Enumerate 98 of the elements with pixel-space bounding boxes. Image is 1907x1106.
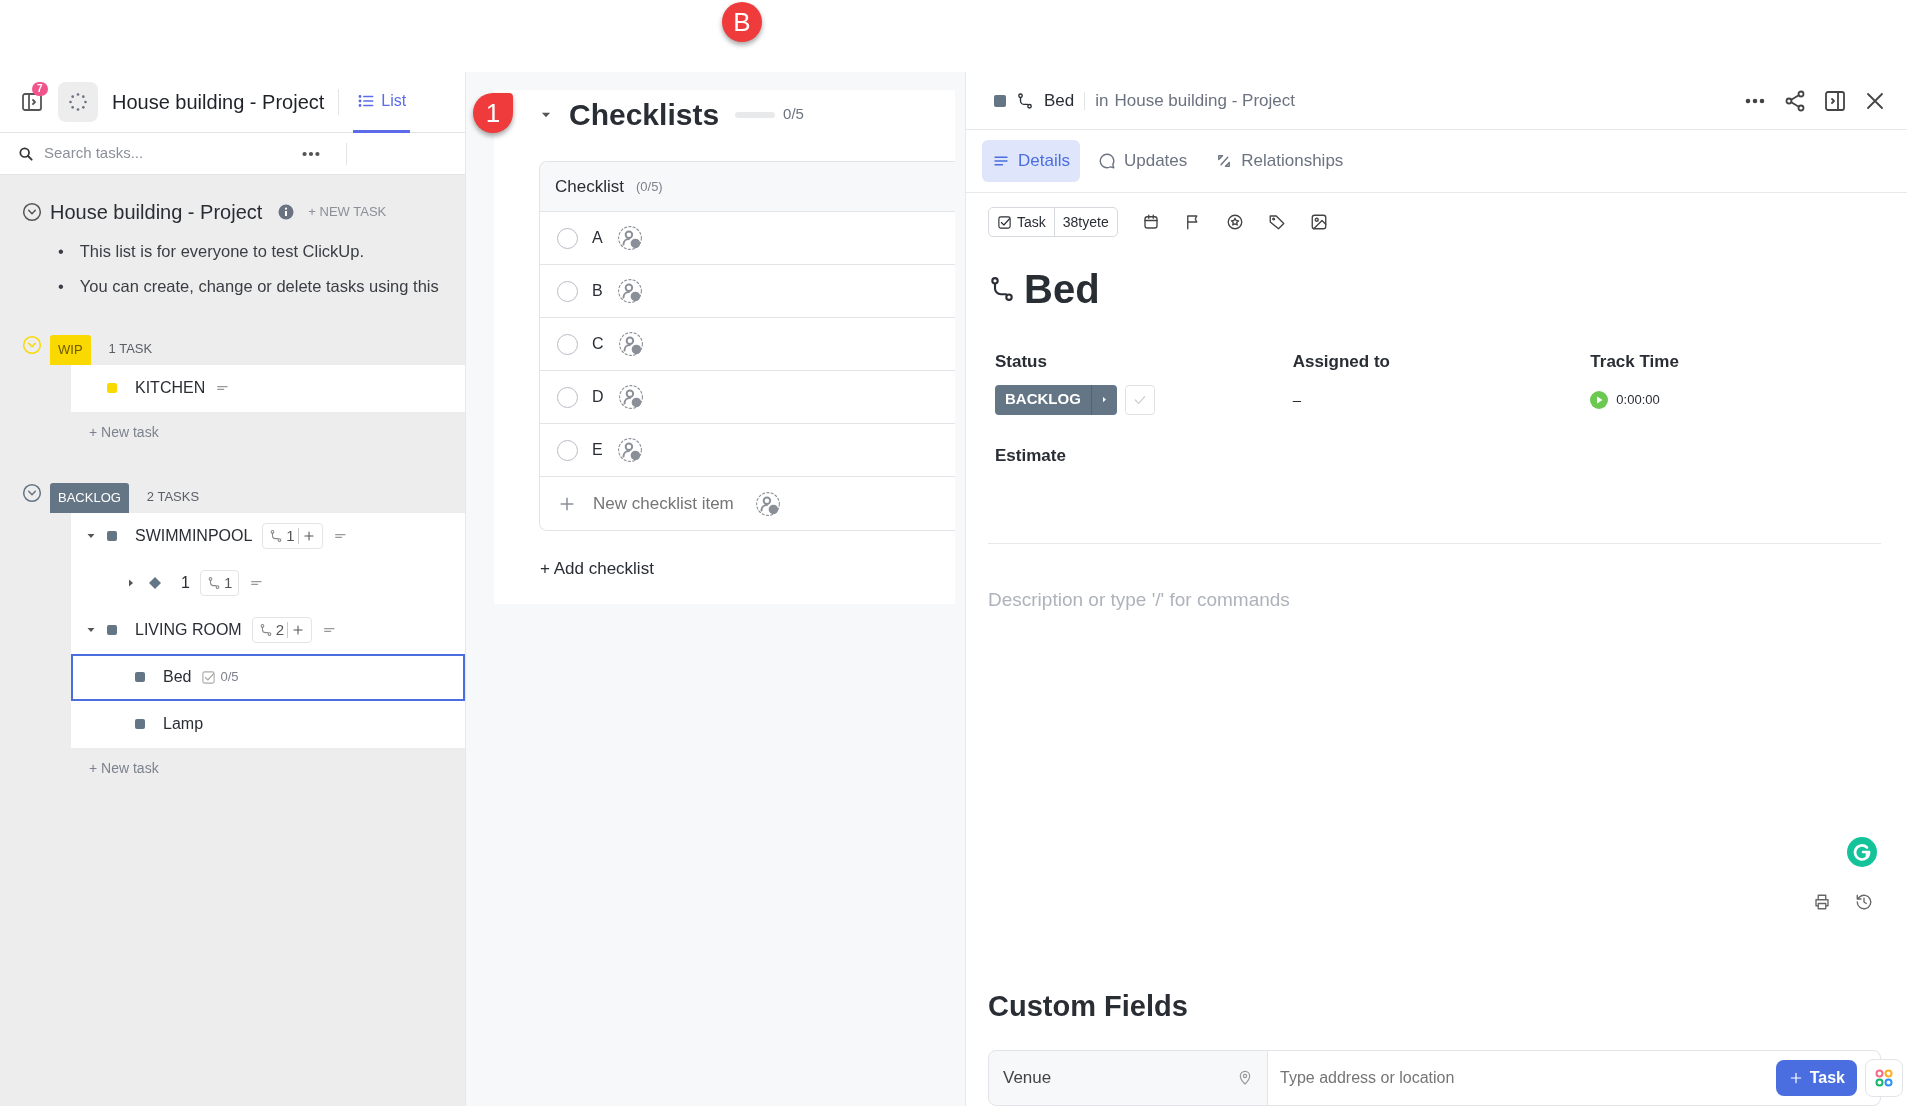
add-assignee-icon[interactable] bbox=[616, 437, 643, 463]
checklist-count: 0/5 bbox=[201, 667, 239, 687]
checkbox-icon bbox=[997, 214, 1012, 230]
field-label: Track Time bbox=[1590, 351, 1680, 373]
new-task-button[interactable]: + New task bbox=[71, 411, 177, 453]
checkbox-icon bbox=[201, 669, 217, 685]
tab[interactable]: Updates bbox=[1087, 140, 1198, 182]
field-value: – bbox=[1292, 389, 1302, 410]
info-icon bbox=[278, 204, 295, 220]
field-name: Venue bbox=[1003, 1067, 1052, 1090]
task-row[interactable]: SWIMMINPOOL 1 bbox=[71, 512, 465, 560]
task-name: 1 bbox=[181, 573, 190, 593]
breadcrumb-task: Bed bbox=[1044, 89, 1075, 112]
subtask-icon bbox=[206, 576, 221, 590]
task-row[interactable]: Lamp bbox=[71, 700, 465, 748]
plus-icon[interactable] bbox=[301, 529, 316, 543]
subtask-icon bbox=[258, 623, 273, 637]
add-assignee-icon[interactable] bbox=[755, 490, 781, 517]
status-square bbox=[107, 383, 117, 393]
collapse-icon[interactable] bbox=[22, 202, 42, 222]
history-icon[interactable] bbox=[1855, 892, 1873, 911]
diamond-icon bbox=[147, 575, 163, 591]
field-label: Status bbox=[995, 351, 1048, 373]
breadcrumb-link[interactable]: House building - Project bbox=[1114, 87, 1295, 114]
checklist-item: B bbox=[592, 281, 603, 301]
task-row[interactable]: Bed 0/5 bbox=[71, 653, 465, 701]
field-label: Assigned to bbox=[1292, 351, 1391, 373]
bullet: • bbox=[58, 275, 64, 297]
speech-bubble-icon bbox=[1097, 152, 1116, 170]
subtask-count: 1 bbox=[199, 569, 240, 597]
bullet: • bbox=[58, 241, 64, 262]
image-icon[interactable] bbox=[1309, 213, 1328, 231]
checklist-item: D bbox=[592, 387, 604, 407]
add-checklist-button[interactable]: + Add checklist bbox=[539, 555, 655, 583]
add-assignee-icon[interactable] bbox=[617, 331, 644, 357]
subtask-count: 2 bbox=[251, 616, 313, 644]
task-count: 2 TASKS bbox=[146, 488, 200, 506]
share-icon[interactable] bbox=[1783, 88, 1807, 113]
task-name: KITCHEN bbox=[135, 378, 206, 398]
new-task-button[interactable]: + New task bbox=[71, 747, 177, 789]
section-title: Custom Fields bbox=[988, 988, 1189, 1024]
status-button[interactable]: BACKLOG bbox=[995, 384, 1117, 415]
add-task-button[interactable]: Task bbox=[1775, 1060, 1857, 1096]
sidebar-toggle-icon[interactable] bbox=[20, 90, 44, 114]
calendar-icon[interactable] bbox=[1141, 213, 1160, 231]
description-text: You can create, change or delete tasks using this bbox=[79, 275, 439, 297]
subtask-count: 1 bbox=[262, 522, 323, 550]
new-task-button[interactable]: + NEW TASK bbox=[302, 201, 393, 223]
status-square bbox=[107, 625, 117, 635]
field-label: Estimate bbox=[995, 444, 1067, 467]
annotation-marker: B bbox=[722, 2, 762, 42]
apps-icon[interactable] bbox=[1865, 1059, 1903, 1097]
breadcrumb-in: in bbox=[1095, 89, 1109, 112]
task-row[interactable]: LIVING ROOM 2 bbox=[71, 606, 465, 654]
task-title: Bed bbox=[1024, 266, 1100, 313]
panel-toggle-icon[interactable] bbox=[1823, 88, 1847, 113]
task-row[interactable]: 1 1 bbox=[71, 559, 465, 607]
status-square bbox=[107, 531, 117, 541]
task-name: SWIMMINPOOL bbox=[135, 526, 253, 546]
subtask-icon bbox=[988, 275, 1016, 303]
star-badge-icon[interactable] bbox=[1225, 213, 1244, 231]
description-text: This list is for everyone to test ClickUp. bbox=[79, 241, 365, 262]
list-title: House building - Project bbox=[50, 200, 263, 225]
task-row[interactable]: KITCHEN bbox=[71, 364, 465, 412]
play-icon[interactable] bbox=[1590, 390, 1609, 409]
list-title: House building - Project bbox=[112, 90, 325, 115]
checklist-name: Checklist bbox=[555, 175, 624, 198]
search-icon bbox=[18, 145, 34, 162]
task-count: 1 TASK bbox=[108, 340, 153, 358]
time-value: 0:00:00 bbox=[1616, 390, 1660, 409]
notification-badge: 7 bbox=[32, 82, 48, 96]
plus-icon[interactable] bbox=[291, 623, 306, 637]
status-square bbox=[135, 719, 145, 729]
task-type-button[interactable]: Task 38tyete bbox=[988, 207, 1118, 237]
tag-icon[interactable] bbox=[1267, 213, 1286, 231]
status-label: BACKLOG bbox=[50, 483, 129, 513]
status-square bbox=[135, 672, 145, 682]
subtask-icon bbox=[269, 529, 284, 543]
add-assignee-icon[interactable] bbox=[616, 278, 643, 304]
progress-text: 0/5 bbox=[783, 104, 804, 125]
printer-icon[interactable] bbox=[1813, 892, 1831, 911]
subtask-icon bbox=[1016, 91, 1034, 110]
checklist-count: (0/5) bbox=[635, 177, 663, 196]
checklist-item: C bbox=[592, 334, 604, 354]
task-name: Bed bbox=[163, 667, 192, 687]
section-title: Checklists bbox=[569, 97, 720, 133]
checklist-item: A bbox=[592, 228, 603, 248]
checklist-item: E bbox=[592, 440, 603, 460]
location-pin-icon bbox=[1237, 1070, 1253, 1086]
status-label: WIP bbox=[50, 335, 91, 365]
status-square bbox=[994, 94, 1006, 107]
add-assignee-icon[interactable] bbox=[616, 225, 643, 251]
tab[interactable]: Details bbox=[982, 140, 1080, 182]
tab[interactable]: Relationships bbox=[1205, 140, 1354, 182]
collapse-icon[interactable] bbox=[22, 482, 42, 503]
add-assignee-icon[interactable] bbox=[617, 384, 644, 410]
task-name: LIVING ROOM bbox=[135, 620, 242, 640]
task-name: Lamp bbox=[163, 714, 204, 734]
